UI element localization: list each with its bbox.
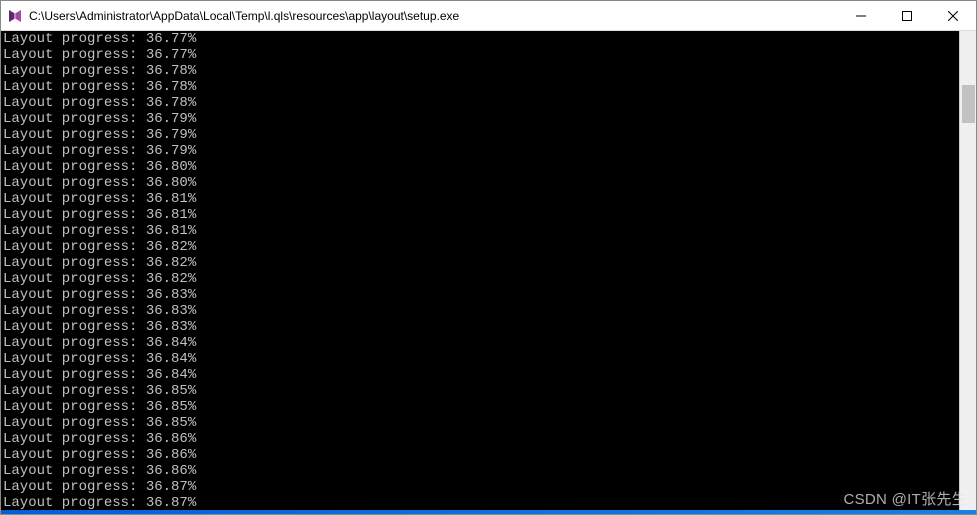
console-line: Layout progress: 36.79% [3, 143, 957, 159]
close-button[interactable] [930, 1, 976, 30]
console-line: Layout progress: 36.78% [3, 95, 957, 111]
console-line: Layout progress: 36.85% [3, 415, 957, 431]
console-line: Layout progress: 36.87% [3, 479, 957, 495]
console-line: Layout progress: 36.80% [3, 175, 957, 191]
maximize-button[interactable] [884, 1, 930, 30]
window-title: C:\Users\Administrator\AppData\Local\Tem… [29, 9, 838, 23]
console-line: Layout progress: 36.78% [3, 79, 957, 95]
app-window: C:\Users\Administrator\AppData\Local\Tem… [0, 0, 977, 515]
console-line: Layout progress: 36.84% [3, 335, 957, 351]
console-line: Layout progress: 36.82% [3, 255, 957, 271]
console-line: Layout progress: 36.79% [3, 127, 957, 143]
console-line: Layout progress: 36.78% [3, 63, 957, 79]
console-line: Layout progress: 36.82% [3, 271, 957, 287]
vertical-scrollbar[interactable] [959, 31, 976, 510]
console-line: Layout progress: 36.85% [3, 399, 957, 415]
console-line: Layout progress: 36.81% [3, 223, 957, 239]
console-line: Layout progress: 36.86% [3, 431, 957, 447]
console-line: Layout progress: 36.77% [3, 31, 957, 47]
console-line: Layout progress: 36.87% [3, 495, 957, 510]
console-line: Layout progress: 36.86% [3, 447, 957, 463]
titlebar[interactable]: C:\Users\Administrator\AppData\Local\Tem… [1, 1, 976, 31]
console-line: Layout progress: 36.82% [3, 239, 957, 255]
console-line: Layout progress: 36.79% [3, 111, 957, 127]
window-controls [838, 1, 976, 30]
app-icon [7, 8, 23, 24]
console-area: Layout progress: 36.77%Layout progress: … [1, 31, 976, 510]
console-line: Layout progress: 36.81% [3, 191, 957, 207]
console-line: Layout progress: 36.83% [3, 319, 957, 335]
console-output[interactable]: Layout progress: 36.77%Layout progress: … [1, 31, 959, 510]
console-line: Layout progress: 36.86% [3, 463, 957, 479]
scrollbar-thumb[interactable] [962, 85, 975, 123]
console-line: Layout progress: 36.85% [3, 383, 957, 399]
console-line: Layout progress: 36.80% [3, 159, 957, 175]
minimize-button[interactable] [838, 1, 884, 30]
console-line: Layout progress: 36.83% [3, 287, 957, 303]
taskbar-edge [1, 510, 976, 514]
console-line: Layout progress: 36.84% [3, 351, 957, 367]
console-line: Layout progress: 36.83% [3, 303, 957, 319]
console-line: Layout progress: 36.77% [3, 47, 957, 63]
console-line: Layout progress: 36.84% [3, 367, 957, 383]
console-line: Layout progress: 36.81% [3, 207, 957, 223]
